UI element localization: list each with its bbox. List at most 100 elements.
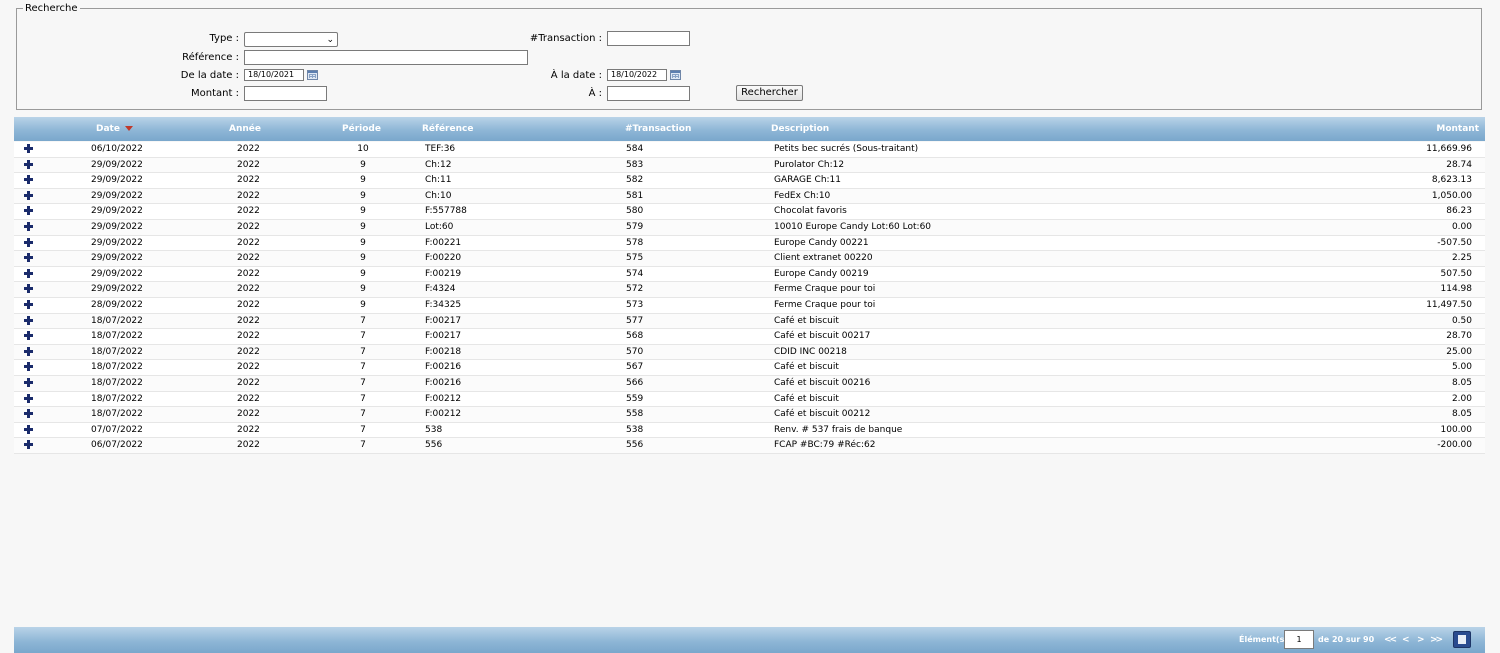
cell-year: 2022 bbox=[237, 268, 260, 279]
chevron-down-icon: ⌄ bbox=[326, 35, 334, 45]
reference-input[interactable] bbox=[244, 50, 528, 65]
cell-reference: Ch:12 bbox=[425, 159, 452, 170]
to-amount-input[interactable] bbox=[607, 86, 690, 101]
expand-plus-icon[interactable] bbox=[24, 299, 33, 309]
table-row[interactable]: 29/09/2022 2022 9 F:00220 575 Client extranet… bbox=[14, 251, 1485, 267]
table-row[interactable]: 29/09/2022 2022 9 Ch:12 583 Purolator Ch:12 28… bbox=[14, 157, 1485, 174]
expand-plus-icon[interactable] bbox=[24, 284, 33, 294]
table-row[interactable]: 29/09/2022 2022 9 F:557788 580 Chocolat favor… bbox=[14, 204, 1485, 220]
column-header-date[interactable]: Date bbox=[96, 117, 133, 141]
table-row[interactable]: 18/07/2022 2022 7 F:00212 559 Café et biscuit… bbox=[14, 391, 1485, 408]
transaction-input[interactable] bbox=[607, 31, 690, 46]
cell-transaction: 573 bbox=[626, 299, 644, 310]
last-page-icon[interactable]: >> bbox=[1430, 635, 1443, 645]
column-header-amount[interactable]: Montant bbox=[1436, 117, 1479, 141]
table-row[interactable]: 29/09/2022 2022 9 F:00221 578 Europe Candy 00… bbox=[14, 235, 1485, 252]
to-date-input[interactable]: 18/10/2022 bbox=[607, 69, 667, 81]
column-header-period[interactable]: Période bbox=[342, 117, 381, 141]
table-row[interactable]: 18/07/2022 2022 7 F:00216 566 Café et biscuit… bbox=[14, 375, 1485, 392]
export-icon[interactable] bbox=[1453, 631, 1471, 648]
expand-plus-icon[interactable] bbox=[24, 237, 33, 247]
calendar-icon[interactable] bbox=[307, 70, 318, 80]
search-button[interactable]: Rechercher bbox=[736, 85, 803, 101]
table-row[interactable]: 06/07/2022 2022 7 556 556 FCAP #BC:79 #Réc:62… bbox=[14, 438, 1485, 454]
cell-period: 9 bbox=[360, 206, 366, 217]
expand-plus-icon[interactable] bbox=[24, 221, 33, 231]
cell-description: Purolator Ch:12 bbox=[774, 159, 845, 170]
cell-amount: 28.74 bbox=[1446, 159, 1472, 170]
prev-page-icon[interactable]: < bbox=[1402, 635, 1409, 645]
table-row[interactable]: 29/09/2022 2022 9 Lot:60 579 10010 Europe Can… bbox=[14, 219, 1485, 236]
cell-amount: 11,669.96 bbox=[1426, 144, 1472, 154]
expand-plus-icon[interactable] bbox=[24, 144, 33, 153]
cell-period: 7 bbox=[360, 331, 366, 342]
cell-transaction: 566 bbox=[626, 377, 644, 388]
expand-plus-icon[interactable] bbox=[24, 331, 33, 341]
column-header-transaction[interactable]: #Transaction bbox=[625, 117, 691, 141]
cell-period: 9 bbox=[360, 159, 366, 170]
expand-plus-icon[interactable] bbox=[24, 424, 33, 434]
to-amount-label: À : bbox=[588, 88, 602, 99]
elements-label: Élément(s) bbox=[1239, 635, 1288, 644]
expand-plus-icon[interactable] bbox=[24, 175, 33, 185]
to-date-label: À la date : bbox=[550, 70, 602, 81]
expand-plus-icon[interactable] bbox=[24, 393, 33, 403]
cell-date: 29/09/2022 bbox=[91, 221, 143, 232]
cell-amount: 0.50 bbox=[1451, 315, 1472, 326]
expand-plus-icon[interactable] bbox=[24, 377, 33, 387]
cell-period: 9 bbox=[360, 253, 366, 264]
expand-plus-icon[interactable] bbox=[24, 206, 33, 216]
column-header-year[interactable]: Année bbox=[229, 117, 261, 141]
page-number-input[interactable]: 1 bbox=[1284, 630, 1314, 649]
cell-reference: Lot:60 bbox=[425, 221, 454, 232]
expand-plus-icon[interactable] bbox=[24, 440, 33, 450]
cell-period: 7 bbox=[360, 424, 366, 435]
table-row[interactable]: 07/07/2022 2022 7 538 538 Renv. # 537 frais d… bbox=[14, 422, 1485, 439]
type-select[interactable]: ⌄ bbox=[244, 32, 338, 47]
table-row[interactable]: 18/07/2022 2022 7 F:00217 568 Café et biscuit… bbox=[14, 329, 1485, 345]
from-date-label: De la date : bbox=[180, 70, 239, 81]
column-header-description[interactable]: Description bbox=[771, 117, 829, 141]
cell-amount: 114.98 bbox=[1440, 284, 1473, 295]
next-page-icon[interactable]: > bbox=[1417, 635, 1424, 645]
cell-transaction: 567 bbox=[626, 362, 644, 373]
table-row[interactable]: 18/07/2022 2022 7 F:00216 567 Café et biscuit… bbox=[14, 360, 1485, 376]
table-row[interactable]: 29/09/2022 2022 9 Ch:10 581 FedEx Ch:10 1,050.… bbox=[14, 188, 1485, 205]
cell-description: Café et biscuit 00212 bbox=[774, 409, 871, 420]
expand-plus-icon[interactable] bbox=[24, 268, 33, 278]
table-row[interactable]: 28/09/2022 2022 9 F:34325 573 Ferme Craque po… bbox=[14, 297, 1485, 314]
cell-year: 2022 bbox=[237, 346, 260, 357]
first-page-icon[interactable]: << bbox=[1384, 635, 1397, 645]
column-header-reference[interactable]: Référence bbox=[422, 117, 473, 141]
table-row[interactable]: 29/09/2022 2022 9 F:00219 574 Europe Candy 00… bbox=[14, 266, 1485, 283]
table-row[interactable]: 06/10/2022 2022 10 TEF:36 584 Petits bec sucr… bbox=[14, 142, 1485, 158]
table-row[interactable]: 18/07/2022 2022 7 F:00218 570 CDID INC 00218 2… bbox=[14, 344, 1485, 361]
cell-date: 07/07/2022 bbox=[91, 424, 143, 435]
expand-plus-icon[interactable] bbox=[24, 190, 33, 200]
cell-reference: Ch:11 bbox=[425, 175, 452, 186]
expand-plus-icon[interactable] bbox=[24, 159, 33, 169]
cell-year: 2022 bbox=[237, 362, 260, 373]
expand-plus-icon[interactable] bbox=[24, 346, 33, 356]
table-row[interactable]: 18/07/2022 2022 7 F:00217 577 Café et biscuit… bbox=[14, 313, 1485, 330]
sort-descending-icon bbox=[124, 126, 133, 131]
cell-date: 18/07/2022 bbox=[91, 393, 143, 404]
from-date-input[interactable]: 18/10/2021 bbox=[244, 69, 304, 81]
table-row[interactable]: 29/09/2022 2022 9 Ch:11 582 GARAGE Ch:11 8,623… bbox=[14, 173, 1485, 189]
expand-plus-icon[interactable] bbox=[24, 362, 33, 372]
table-row[interactable]: 29/09/2022 2022 9 F:4324 572 Ferme Craque pou… bbox=[14, 282, 1485, 298]
cell-reference: F:557788 bbox=[425, 206, 467, 217]
cell-reference: F:00219 bbox=[425, 268, 462, 279]
expand-plus-icon[interactable] bbox=[24, 253, 33, 263]
cell-year: 2022 bbox=[237, 237, 260, 248]
table-row[interactable]: 18/07/2022 2022 7 F:00212 558 Café et biscuit… bbox=[14, 407, 1485, 423]
expand-plus-icon[interactable] bbox=[24, 315, 33, 325]
expand-plus-icon[interactable] bbox=[24, 409, 33, 419]
cell-description: Chocolat favoris bbox=[774, 206, 847, 217]
cell-date: 18/07/2022 bbox=[91, 331, 143, 342]
reference-label: Référence : bbox=[182, 52, 239, 63]
cell-period: 9 bbox=[360, 284, 366, 295]
amount-input[interactable] bbox=[244, 86, 327, 101]
cell-description: Ferme Craque pour toi bbox=[774, 284, 876, 295]
calendar-icon[interactable] bbox=[670, 70, 681, 80]
